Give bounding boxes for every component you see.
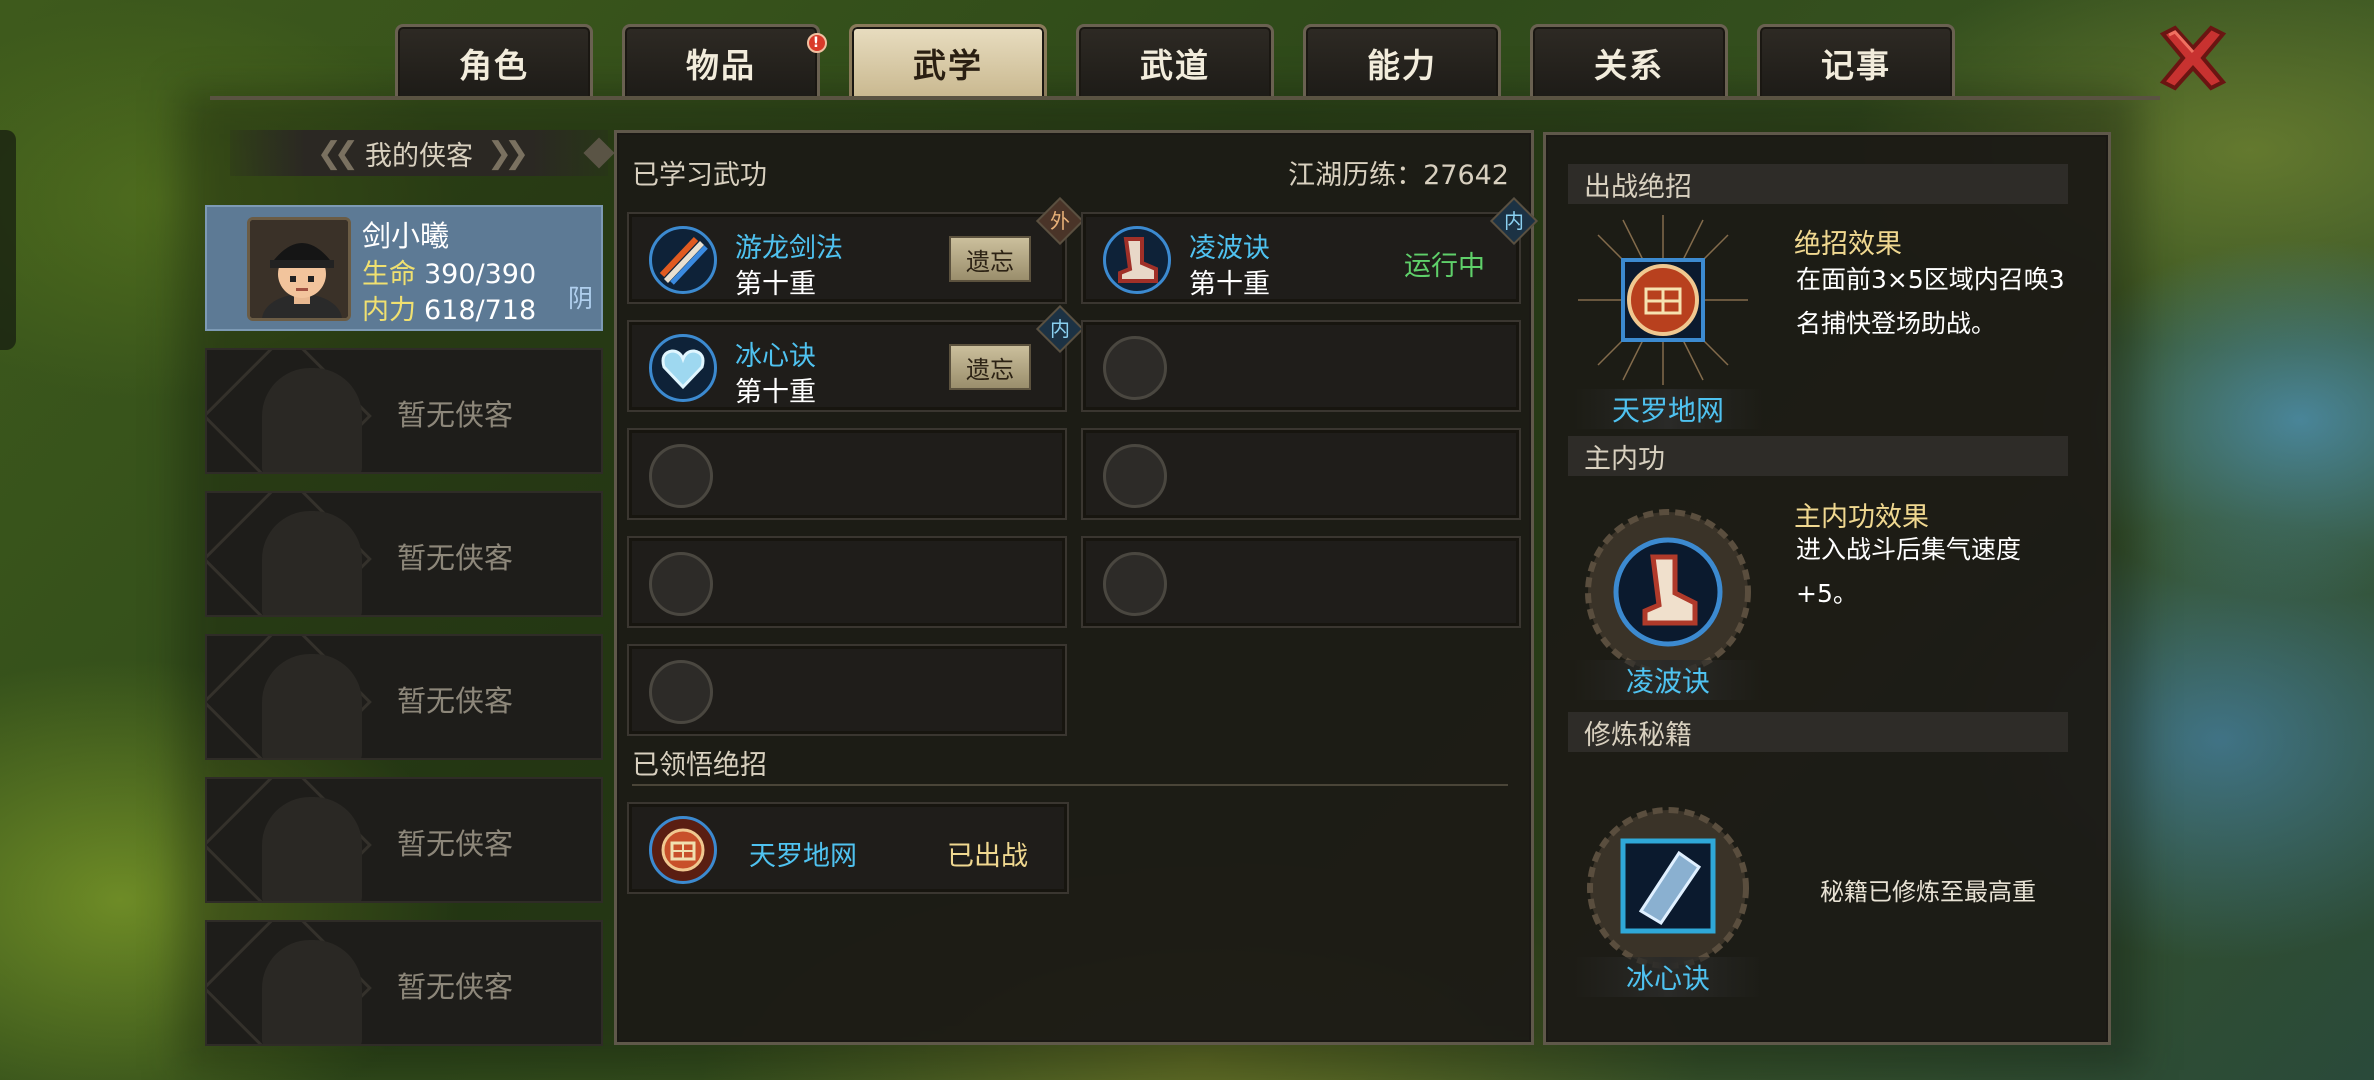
ultimate-title: 已领悟绝招 (632, 750, 767, 781)
exp-display: 江湖历练：27642 (1288, 153, 1509, 192)
manual-note: 秘籍已修炼至最高重 (1820, 878, 2036, 906)
empty-skill-slot[interactable] (627, 428, 1067, 520)
empty-slot-label: 暂无侠客 (397, 541, 514, 575)
tab-label: 关系 (1594, 45, 1664, 85)
hero-slot-empty[interactable]: 暂无侠客 (205, 777, 603, 903)
skill-level: 第十重 (735, 377, 816, 408)
empty-slot-ring (649, 660, 713, 724)
empty-slot-ring (649, 444, 713, 508)
tab-label: 武道 (1140, 45, 1210, 85)
empty-slot-label: 暂无侠客 (397, 827, 514, 861)
tab-label: 物品 (686, 45, 756, 85)
empty-slot-label: 暂无侠客 (397, 398, 514, 432)
ultimate-card[interactable]: 天罗地网 已出战 (627, 802, 1069, 894)
empty-slot-label: 暂无侠客 (397, 970, 514, 1004)
hero-hp-row: 生命 390/390 (362, 252, 536, 291)
mp-value: 618/718 (424, 295, 537, 326)
tab-martial-arts[interactable]: 武学 (849, 24, 1047, 98)
skill-card[interactable]: 冰心诀 第十重 遗忘 内 (627, 304, 1085, 412)
hero-avatar (247, 217, 351, 321)
empty-skill-slot[interactable] (1081, 320, 1521, 412)
skill-name: 冰心诀 (735, 341, 816, 372)
hero-slot-empty[interactable]: 暂无侠客 (205, 491, 603, 617)
hero-slot-empty[interactable]: 暂无侠客 (205, 348, 603, 474)
hero-name: 剑小曦 (362, 219, 450, 253)
ultimate-effect-title: 绝招效果 (1794, 229, 1902, 260)
silhouette-icon (262, 511, 362, 615)
skill-name: 凌波诀 (1189, 233, 1270, 264)
internal-medal-icon (1585, 509, 1751, 675)
tab-label: 角色 (459, 45, 529, 85)
silhouette-icon (262, 940, 362, 1044)
skill-name: 游龙剑法 (735, 233, 843, 264)
empty-slot-ring (1103, 552, 1167, 616)
chevron-left-icon: ❮❮ (316, 135, 359, 171)
my-heroes-header: ❮❮ 我的侠客 ❯❯ (230, 130, 615, 176)
silhouette-icon (262, 368, 362, 472)
side-handle[interactable] (0, 130, 16, 350)
hero-slot-empty[interactable]: 暂无侠客 (205, 920, 603, 1046)
ice-heart-icon (649, 334, 717, 402)
manual-name: 冰心诀 (1573, 957, 1763, 997)
net-emblem-icon (649, 816, 717, 884)
ultimate-name: 天罗地网 (1573, 389, 1763, 429)
hero-mp-row: 内力 618/718 (362, 288, 536, 327)
empty-skill-slot[interactable] (627, 536, 1067, 628)
empty-slot-ring (1103, 444, 1167, 508)
tab-bar: 角色 物品! 武学 武道 能力 关系 记事 (395, 24, 1955, 98)
empty-skill-slot[interactable] (1081, 428, 1521, 520)
tab-label: 能力 (1367, 45, 1437, 85)
forget-button[interactable]: 遗忘 (949, 344, 1031, 390)
manual-medal-icon (1587, 807, 1749, 969)
deployed-status: 已出战 (947, 841, 1028, 872)
ultimate-effect-text: 在面前3×5区域内召唤3名捕快登场助战。 (1796, 265, 2065, 338)
hp-value: 390/390 (424, 259, 537, 290)
empty-slot-label: 暂无侠客 (397, 684, 514, 718)
running-status: 运行中 (1404, 251, 1485, 282)
tab-label: 武学 (913, 45, 983, 85)
close-icon[interactable] (2155, 20, 2231, 96)
tab-label: 记事 (1821, 45, 1891, 85)
tab-ability[interactable]: 能力 (1303, 24, 1501, 98)
exp-label: 江湖历练： (1288, 160, 1424, 191)
empty-slot-ring (649, 552, 713, 616)
sword-icon (649, 226, 717, 294)
hp-label: 生命 (362, 259, 416, 290)
skill-level: 第十重 (735, 269, 816, 300)
exp-value: 27642 (1423, 160, 1509, 191)
empty-skill-slot[interactable] (627, 644, 1067, 736)
internal-skill-name: 凌波诀 (1573, 660, 1763, 700)
hero-portrait-icon (250, 220, 348, 318)
battle-ultimate-header: 出战绝招 (1568, 164, 2068, 204)
skill-level: 第十重 (1189, 269, 1270, 300)
skill-card[interactable]: 游龙剑法 第十重 遗忘 外 (627, 196, 1085, 304)
ultimate-medal-icon (1578, 215, 1748, 385)
tab-relations[interactable]: 关系 (1530, 24, 1728, 98)
tab-martial-way[interactable]: 武道 (1076, 24, 1274, 98)
my-heroes-title: 我的侠客 (365, 140, 473, 172)
main-internal-header: 主内功 (1568, 436, 2068, 476)
tab-items[interactable]: 物品! (622, 24, 827, 98)
tab-divider (210, 96, 2160, 100)
empty-slot-ring (1103, 336, 1167, 400)
divider (632, 784, 1508, 786)
notification-badge: ! (807, 33, 827, 53)
mp-label: 内力 (362, 295, 416, 326)
forget-button[interactable]: 遗忘 (949, 236, 1031, 282)
ultimate-name: 天罗地网 (749, 841, 857, 872)
hero-slot-empty[interactable]: 暂无侠客 (205, 634, 603, 760)
hero-slot-selected[interactable]: 剑小曦 生命 390/390 内力 618/718 阴 (205, 205, 603, 331)
boot-icon (1103, 226, 1171, 294)
chevron-right-icon: ❯❯ (487, 135, 529, 171)
manual-header: 修炼秘籍 (1568, 712, 2068, 752)
internal-effect-text: 进入战斗后集气速度+5。 (1796, 535, 2022, 608)
learned-skills-title: 已学习武功 (632, 160, 767, 191)
silhouette-icon (262, 654, 362, 758)
tab-role[interactable]: 角色 (395, 24, 593, 98)
tab-journal[interactable]: 记事 (1757, 24, 1955, 98)
skill-card[interactable]: 凌波诀 第十重 运行中 内 (1081, 196, 1539, 304)
empty-skill-slot[interactable] (1081, 536, 1521, 628)
silhouette-icon (262, 797, 362, 901)
hero-attribute: 阴 (567, 284, 593, 313)
